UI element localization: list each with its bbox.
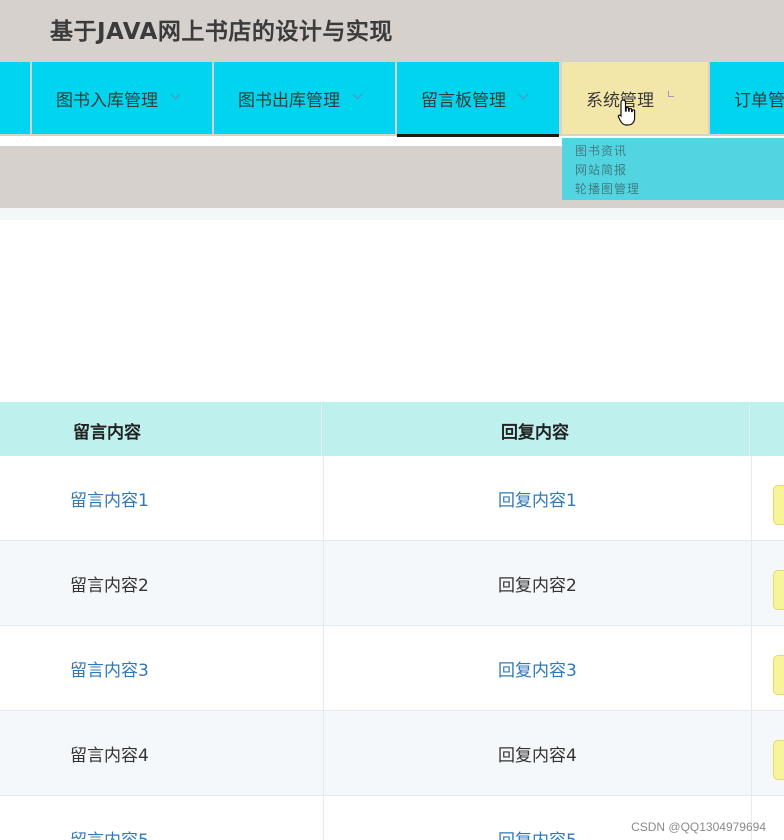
system-dropdown-menu: 图书资讯 网站简报 轮播图管理 (562, 138, 784, 200)
nav-item-label: 订单管 (734, 90, 784, 111)
nav-item-label: 图书入库管理 (56, 90, 158, 111)
chevron-down-icon (518, 89, 529, 99)
column-divider (751, 541, 752, 626)
column-header-message: 留言内容 (73, 423, 141, 443)
nav-item-prev[interactable] (0, 62, 30, 134)
dropdown-item-carousel[interactable]: 轮播图管理 (575, 180, 640, 197)
chevron-down-icon (352, 89, 363, 99)
column-divider (321, 402, 322, 456)
column-divider (323, 456, 324, 541)
nav-item-book-inbound[interactable]: 图书入库管理 (32, 62, 212, 134)
top-nav: 图书入库管理 图书出库管理 留言板管理 系统管理 订单管 (0, 58, 784, 137)
table-header: 留言内容 回复内容 (0, 402, 784, 456)
watermark-text: CSDN @QQ1304979694 (631, 820, 766, 834)
dropdown-item-site-brief[interactable]: 网站简报 (575, 161, 627, 178)
app-header: 基于JAVA网上书店的设计与实现 (0, 0, 784, 58)
table-row: 留言内容3 回复内容3 (0, 626, 784, 711)
column-divider (323, 796, 324, 840)
column-divider (323, 711, 324, 796)
nav-item-orders[interactable]: 订单管 (710, 62, 784, 134)
reply-cell: 回复内容2 (498, 576, 577, 596)
nav-item-message-board[interactable]: 留言板管理 (397, 62, 559, 137)
reply-cell[interactable]: 回复内容1 (498, 486, 577, 511)
row-action-button[interactable] (773, 655, 784, 695)
strip-shadow (0, 208, 784, 220)
nav-item-label: 留言板管理 (421, 90, 506, 111)
reply-cell[interactable]: 回复内容5 (498, 826, 577, 840)
row-action-button[interactable] (773, 485, 784, 525)
nav-item-label: 图书出库管理 (238, 90, 340, 111)
message-cell: 留言内容2 (70, 576, 149, 596)
column-divider (323, 626, 324, 711)
reply-cell[interactable]: 回复内容3 (498, 656, 577, 681)
row-action-button[interactable] (773, 740, 784, 780)
nav-item-book-outbound[interactable]: 图书出库管理 (214, 62, 395, 134)
column-divider (751, 711, 752, 796)
column-divider (749, 402, 750, 456)
message-cell: 留言内容4 (70, 746, 149, 766)
column-divider (751, 456, 752, 541)
message-cell[interactable]: 留言内容5 (70, 826, 149, 840)
chevron-down-icon (170, 89, 181, 99)
reply-cell: 回复内容4 (498, 746, 577, 766)
chevron-up-icon (668, 91, 674, 97)
column-header-reply: 回复内容 (501, 423, 569, 443)
dropdown-item-book-news[interactable]: 图书资讯 (575, 142, 627, 159)
hand-cursor-icon (617, 99, 636, 126)
column-divider (323, 541, 324, 626)
app-title: 基于JAVA网上书店的设计与实现 (50, 19, 393, 45)
table-row: 留言内容1 回复内容1 (0, 456, 784, 541)
table-row: 留言内容4 回复内容4 (0, 711, 784, 796)
row-action-button[interactable] (773, 570, 784, 610)
message-cell[interactable]: 留言内容1 (70, 486, 149, 511)
message-cell[interactable]: 留言内容3 (70, 656, 149, 681)
table-row: 留言内容2 回复内容2 (0, 541, 784, 626)
column-divider (751, 626, 752, 711)
